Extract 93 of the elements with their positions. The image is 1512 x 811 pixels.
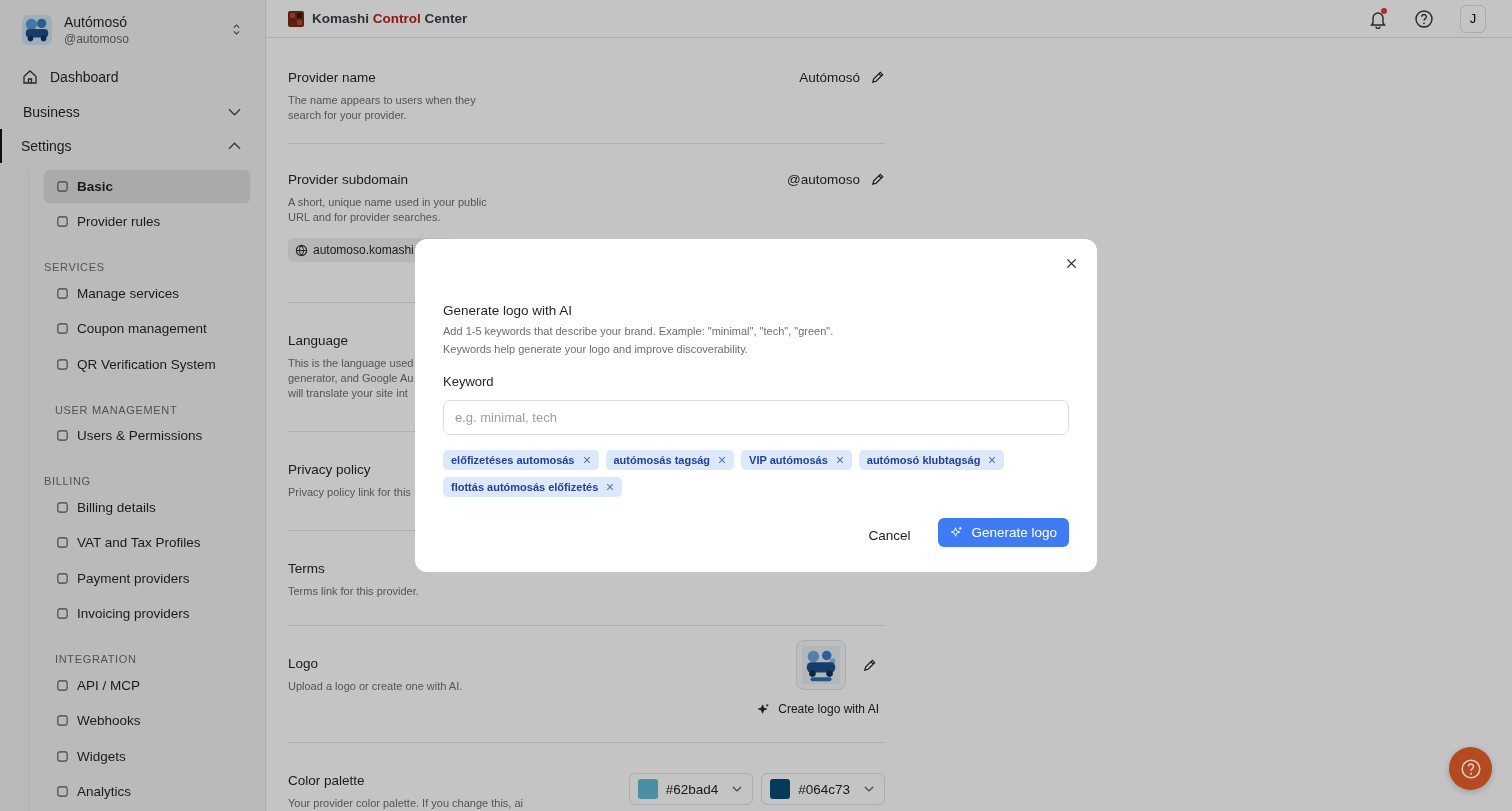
color-select[interactable]: #62bad4 [628,773,754,805]
section-title: Provider name [288,70,377,85]
chevron-down-icon [228,107,241,116]
menu-item-icon [56,536,69,549]
keyword-tag: VIP autómosás [741,450,852,470]
menu-item-icon [56,286,69,300]
section-heading: USER MANAGEMENT [54,402,179,416]
account-name: Autómosó [64,13,129,30]
section-description: Privacy policy link for this [288,485,411,500]
sidebar-item[interactable]: Users & Permissions [44,419,250,452]
user-avatar-button[interactable]: J [1460,4,1486,33]
keyword-field[interactable]: e.g. minimal, tech [443,400,1069,435]
section-description: Terms link for this provider. [288,584,419,599]
section-heading: INTEGRATION [54,652,138,665]
account-handle: @automoso [64,31,130,46]
chevron-updown-icon[interactable] [232,23,241,37]
section-title: Provider subdomain [288,172,410,187]
color-select[interactable]: #064c73 [761,773,885,805]
remove-icon[interactable] [582,456,591,464]
menu-item-icon [56,322,69,335]
remove-icon[interactable] [988,456,997,464]
section-description: A short, unique name used in your public URL and for provider searches. [288,195,487,225]
dialog-description: Add 1-5 keywords that describe your brand. Example: "minimal", "tech", "green". [443,324,835,338]
menu-item-icon [56,607,69,620]
sidebar-item[interactable]: Payment providers [44,562,250,594]
app-title: Komashi Control Center [312,11,468,26]
sidebar-item[interactable]: API / MCP [44,669,250,701]
menu-item-icon [56,500,69,514]
section-title: Privacy policy [288,462,372,477]
edit-icon[interactable] [870,70,885,85]
nav-group[interactable]: Business [0,94,265,129]
sidebar-item[interactable]: Analytics [44,775,250,808]
menu-item-icon [56,571,69,585]
create-logo-button[interactable]: Create logo with AI [757,702,885,716]
menu-item-icon [56,749,69,763]
remove-icon[interactable] [718,456,727,464]
globe-icon [295,243,308,257]
section-description: Your provider color palette. If you change this, ai [288,796,523,811]
field-value: Autómosó [799,70,860,85]
sparkle-icon [950,526,964,539]
sparkle-icon [757,702,771,716]
remove-icon[interactable] [606,483,615,491]
chevron-down-icon [732,786,743,792]
sidebar-item[interactable]: Invoicing providers [44,597,250,630]
menu-item-icon [56,678,69,692]
edit-icon[interactable] [862,657,877,673]
dialog-description: Keywords help generate your logo and improve discoverability. [443,342,749,356]
section-heading: BILLING [44,474,92,487]
sidebar-item[interactable]: Manage services [44,277,250,309]
section-title: Logo [288,656,320,671]
remove-icon[interactable] [835,456,844,464]
menu-item-icon [56,785,69,798]
help-button[interactable] [1449,747,1492,790]
notification-bell-icon[interactable] [1368,8,1388,29]
sidebar-item[interactable]: Provider rules [44,205,250,238]
sidebar-item[interactable]: Widgets [44,740,250,772]
keyword-tag: autómosó klubtagság [858,450,1005,470]
subdomain-url: automoso.komashi [313,243,414,257]
menu-item-icon [56,357,69,371]
close-icon[interactable] [1066,258,1077,269]
chevron-down-icon [864,786,874,792]
field-value: @automoso [787,172,860,187]
section-heading: SERVICES [44,260,106,273]
keyword-tag: autómosás tagság [605,450,735,470]
edit-icon[interactable] [870,172,885,187]
section-description: Upload a logo or create one with AI. [288,679,463,694]
section-title: Terms [288,561,326,576]
logo-icon [288,10,304,27]
sidebar-item[interactable]: Basic [44,170,250,202]
section-title: Color palette [288,773,366,788]
chevron-up-icon [228,141,241,150]
field-label: Keyword [443,374,495,389]
sidebar-item[interactable]: QR Verification System [44,348,250,380]
menu-item-icon [56,179,69,193]
home-icon [22,68,38,85]
menu-item-icon [56,215,69,228]
sidebar-item[interactable]: Billing details [44,491,250,523]
section-description: The name appears to users when they search for your provider. [288,93,476,123]
keyword-tag: flottás autómosás előfizetés [443,477,623,497]
sidebar-item[interactable]: VAT and Tax Profiles [44,526,250,559]
dialog-title: Generate logo with AI [443,303,574,318]
help-icon [1459,757,1482,780]
keyword-tag: előfizetéses automosás [443,450,599,470]
menu-item-icon [56,714,69,727]
sidebar-item[interactable]: Coupon management [44,312,250,345]
sidebar-item[interactable]: Webhooks [44,704,250,737]
section-description: This is the language used generator, and Google Au will translate your site int [288,356,414,401]
nav-group[interactable]: Settings [0,128,265,163]
cancel-button[interactable]: Cancel [862,527,917,544]
generate-logo-button[interactable]: Generate logo [938,518,1069,547]
nav-item[interactable]: Dashboard [22,59,119,95]
help-icon[interactable] [1414,8,1434,29]
menu-item-icon [56,429,69,442]
